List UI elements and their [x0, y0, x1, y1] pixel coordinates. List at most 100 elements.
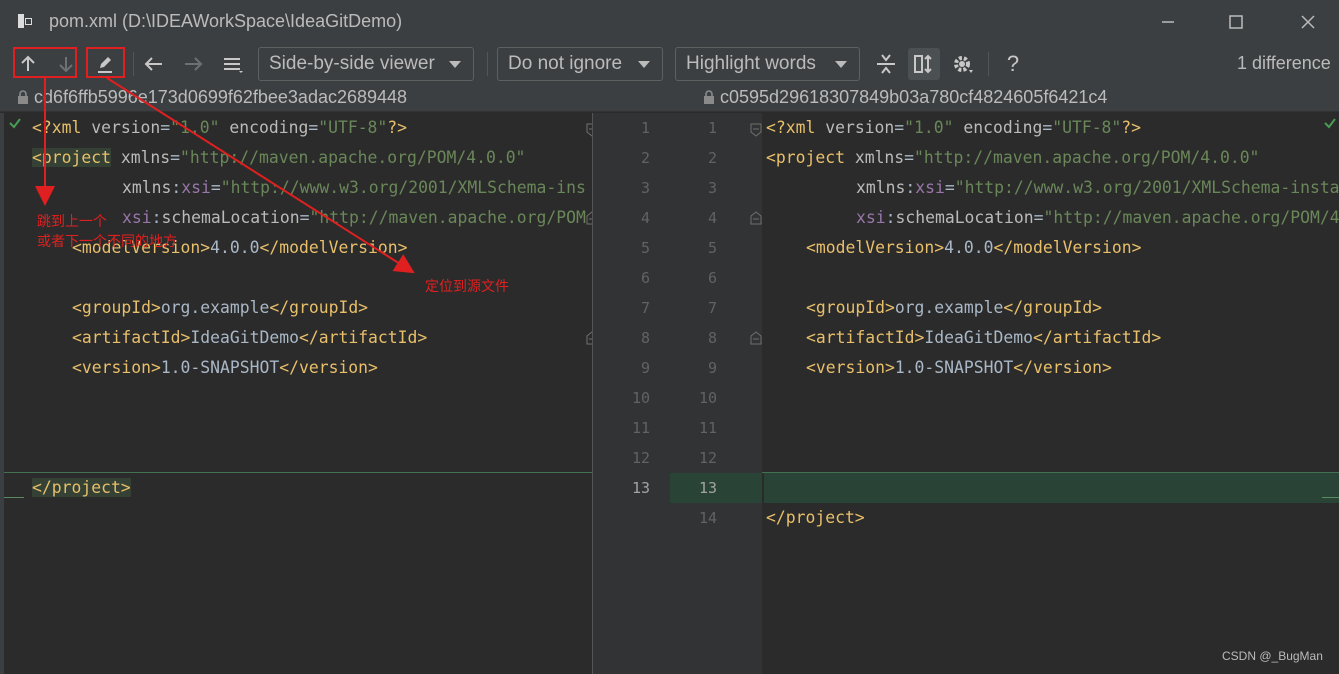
right-line-number: 2 — [707, 149, 717, 167]
close-icon — [1301, 15, 1315, 29]
code-line-8[interactable]: <artifactId>IdeaGitDemo</artifactId> — [806, 323, 1161, 353]
right-line-number: 13 — [698, 479, 717, 497]
code-line-14[interactable]: </project> — [766, 503, 865, 533]
right-line-number: 14 — [698, 509, 717, 527]
annotation-box-jump-to-source — [86, 47, 125, 78]
code-line-5[interactable]: <modelVersion>4.0.0</modelVersion> — [806, 233, 1142, 263]
collapse-icon — [877, 54, 895, 74]
code-line-3[interactable]: xmlns:xsi="http://www.w3.org/2001/XMLSch… — [856, 173, 1339, 203]
right-line-number: 9 — [707, 359, 717, 377]
right-line-number: 7 — [707, 299, 717, 317]
toolbar-separator — [487, 52, 488, 76]
right-editor-pane[interactable]: <?xml version="1.0" encoding="UTF-8"?> <… — [762, 113, 1339, 674]
left-line-number: 5 — [640, 239, 650, 257]
left-line-number: 12 — [631, 449, 650, 467]
synchronize-scrolling-button[interactable] — [908, 48, 940, 80]
chevron-down-icon — [835, 61, 847, 68]
code-line-8[interactable]: <artifactId>IdeaGitDemo</artifactId> — [72, 323, 427, 353]
sync-scroll-icon — [914, 54, 932, 74]
right-line-number: 5 — [707, 239, 717, 257]
right-line-number: 11 — [698, 419, 717, 437]
left-revision-hash: cd6f6ffb5996e173d0699f62fbee3adac2689448 — [34, 87, 408, 107]
left-editor-pane[interactable]: <?xml version="1.0" encoding="UTF-8"?> <… — [4, 113, 592, 674]
right-line-number: 6 — [707, 269, 717, 287]
maximize-icon — [1229, 15, 1243, 29]
fold-marker-icon[interactable] — [750, 331, 762, 345]
left-line-number: 8 — [640, 329, 650, 347]
arrow-left-icon — [144, 57, 162, 71]
fold-marker-icon[interactable] — [586, 211, 592, 225]
diff-toolbar: Side-by-side viewer Do not ignore Highli… — [0, 44, 1339, 84]
viewer-mode-label: Side-by-side viewer — [269, 53, 435, 74]
right-revision-hash: c0595d29618307849b03a780cf4824605f6421c4 — [720, 87, 1108, 107]
toolbar-separator — [988, 52, 989, 76]
left-line-number: 1 — [640, 119, 650, 137]
chevron-down-icon — [638, 61, 650, 68]
viewer-mode-dropdown[interactable]: Side-by-side viewer — [258, 47, 474, 81]
added-line-highlight — [764, 473, 1339, 503]
ignore-whitespace-label: Do not ignore — [508, 53, 623, 74]
right-line-number: 1 — [707, 119, 717, 137]
code-line-3[interactable]: xmlns:xsi="http://www.w3.org/2001/XMLSch… — [122, 173, 586, 203]
back-button[interactable] — [138, 48, 170, 80]
left-line-number: 2 — [640, 149, 650, 167]
code-line-2[interactable]: <project xmlns="http://maven.apache.org/… — [766, 143, 1259, 173]
pane-divider — [592, 113, 593, 674]
title-bar: pom.xml (D:\IDEAWorkSpace\IdeaGitDemo) — [0, 0, 1339, 44]
left-line-number: 11 — [631, 419, 650, 437]
intellij-app-icon — [18, 14, 32, 28]
close-button[interactable] — [1285, 8, 1331, 36]
code-line-9[interactable]: <version>1.0-SNAPSHOT</version> — [72, 353, 378, 383]
revision-header: cd6f6ffb5996e173d0699f62fbee3adac2689448… — [0, 84, 1339, 112]
code-line-2[interactable]: <project xmlns="http://maven.apache.org/… — [32, 143, 525, 173]
window-title: pom.xml (D:\IDEAWorkSpace\IdeaGitDemo) — [49, 11, 403, 31]
code-line-13[interactable]: </project> — [32, 473, 131, 503]
toolbar-separator — [133, 52, 134, 76]
left-line-number: 3 — [640, 179, 650, 197]
right-line-number: 8 — [707, 329, 717, 347]
left-line-number: 7 — [640, 299, 650, 317]
right-line-number: 3 — [707, 179, 717, 197]
menu-button[interactable] — [217, 48, 249, 80]
left-line-number: 9 — [640, 359, 650, 377]
annotation-text-locate-source: 定位到源文件 — [425, 279, 509, 295]
line-number-gutter: 1 2 3 4 5 6 7 8 9 10 11 12 13 1 2 3 4 5 6 7 8 9 10 11 12 13 14 — [592, 113, 762, 674]
code-line-7[interactable]: <groupId>org.example</groupId> — [72, 293, 368, 323]
left-line-number: 4 — [640, 209, 650, 227]
left-line-number: 13 — [631, 479, 650, 497]
code-line-1[interactable]: <?xml version="1.0" encoding="UTF-8"?> — [766, 113, 1141, 143]
annotation-text-jump-1: 跳到上一个 — [37, 214, 107, 230]
minimize-icon — [1162, 21, 1174, 23]
fold-marker-icon[interactable] — [750, 123, 762, 137]
difference-count: 1 difference — [1237, 53, 1331, 73]
code-line-9[interactable]: <version>1.0-SNAPSHOT</version> — [806, 353, 1112, 383]
fold-marker-icon[interactable] — [586, 123, 592, 137]
no-problems-check-icon — [1324, 118, 1336, 129]
settings-button[interactable] — [947, 48, 979, 80]
fold-marker-icon[interactable] — [750, 211, 762, 225]
forward-button[interactable] — [177, 48, 209, 80]
watermark-text: CSDN @_BugMan — [1222, 649, 1323, 663]
lock-icon — [704, 90, 714, 104]
left-line-number: 6 — [640, 269, 650, 287]
help-button[interactable]: ? — [997, 48, 1029, 80]
maximize-button[interactable] — [1213, 8, 1259, 36]
lock-icon — [18, 90, 28, 104]
code-line-4[interactable]: xsi:schemaLocation="http://maven.apache.… — [122, 203, 586, 233]
gear-icon — [954, 56, 973, 73]
hamburger-menu-icon — [224, 58, 243, 73]
right-line-number: 12 — [698, 449, 717, 467]
left-line-number: 10 — [631, 389, 650, 407]
code-line-4[interactable]: xsi:schemaLocation="http://maven.apache.… — [856, 203, 1339, 233]
collapse-unchanged-button[interactable] — [870, 48, 902, 80]
annotation-text-jump-2: 或者下一个不同的地方 — [37, 234, 177, 250]
ignore-whitespace-dropdown[interactable]: Do not ignore — [497, 47, 663, 81]
chevron-down-icon — [449, 61, 461, 68]
fold-marker-icon[interactable] — [586, 331, 592, 345]
code-line-7[interactable]: <groupId>org.example</groupId> — [806, 293, 1102, 323]
annotation-box-navigation — [13, 47, 77, 78]
arrow-right-icon — [185, 57, 203, 71]
code-line-1[interactable]: <?xml version="1.0" encoding="UTF-8"?> — [32, 113, 407, 143]
highlight-mode-dropdown[interactable]: Highlight words — [675, 47, 860, 81]
minimize-button[interactable] — [1145, 8, 1191, 36]
